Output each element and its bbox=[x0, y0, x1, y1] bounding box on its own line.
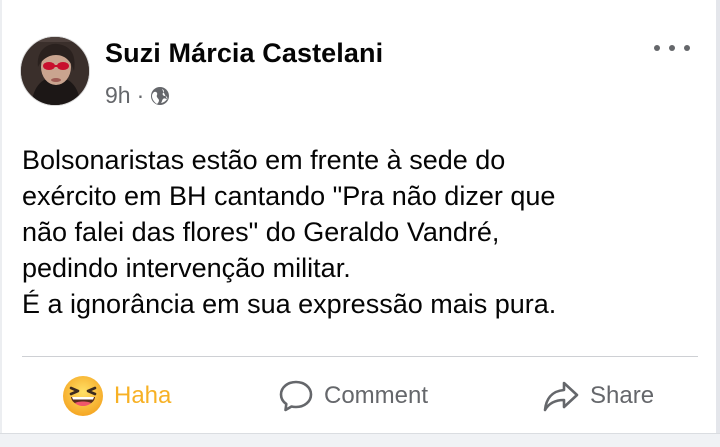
card-right-edge bbox=[716, 0, 720, 447]
post-actions-bar: Haha Comment Share bbox=[22, 366, 698, 426]
more-dot bbox=[684, 45, 690, 51]
post-author-name[interactable]: Suzi Márcia Castelani bbox=[105, 38, 383, 69]
more-dot bbox=[654, 45, 660, 51]
post-timestamp[interactable]: 9h bbox=[105, 82, 131, 109]
meta-separator: · bbox=[136, 82, 145, 108]
haha-emoji-icon bbox=[62, 375, 104, 417]
comment-button[interactable]: Comment bbox=[278, 366, 428, 426]
post-card: Suzi Márcia Castelani 9h · Bolsonaristas… bbox=[0, 0, 720, 447]
more-dot bbox=[669, 45, 675, 51]
more-options-icon[interactable] bbox=[654, 38, 690, 58]
card-left-edge bbox=[0, 0, 2, 447]
actions-divider bbox=[22, 356, 698, 357]
post-body-line: exército em BH cantando "Pra não dizer q… bbox=[22, 181, 556, 211]
post-body-line: É a ignorância em sua expressão mais pur… bbox=[22, 289, 557, 319]
share-button[interactable]: Share bbox=[542, 366, 654, 426]
reaction-button[interactable]: Haha bbox=[62, 366, 171, 426]
comment-label: Comment bbox=[324, 382, 429, 409]
share-label: Share bbox=[590, 382, 655, 409]
share-icon bbox=[542, 379, 580, 413]
post-body-line: não falei das flores" do Geraldo Vandré, bbox=[22, 217, 500, 247]
feed-separator bbox=[0, 433, 720, 447]
avatar-photo bbox=[21, 37, 89, 105]
avatar[interactable] bbox=[20, 36, 90, 106]
reaction-label: Haha bbox=[114, 382, 172, 409]
comment-icon bbox=[278, 379, 314, 413]
post-body: Bolsonaristas estão em frente à sede do … bbox=[22, 142, 702, 322]
post-body-line: pedindo intervenção militar. bbox=[22, 253, 351, 283]
post-body-line: Bolsonaristas estão em frente à sede do bbox=[22, 145, 506, 175]
globe-icon bbox=[150, 86, 170, 106]
post-meta: 9h · bbox=[105, 82, 170, 109]
